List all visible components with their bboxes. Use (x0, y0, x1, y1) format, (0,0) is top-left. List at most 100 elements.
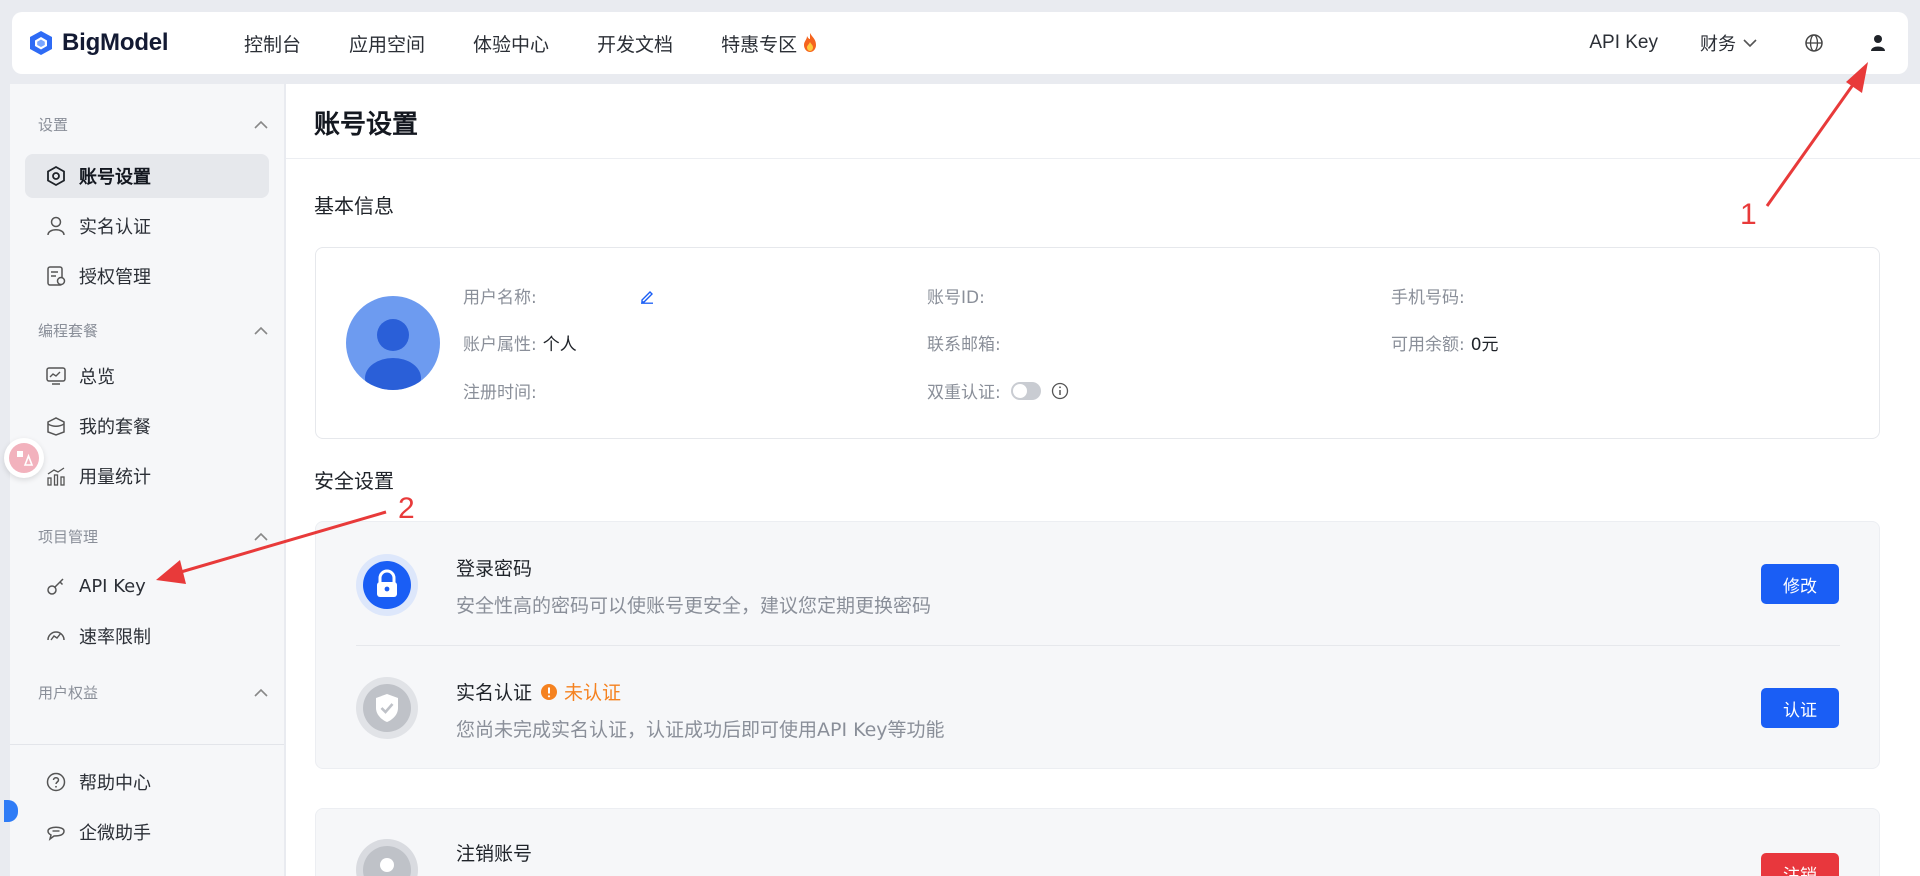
top-navbar: BigModel 控制台 应用空间 体验中心 开发文档 特惠专区 API Key… (12, 12, 1908, 74)
email-label: 联系邮箱: (927, 335, 1001, 355)
main-content: 账号设置 基本信息 用户名称: 账号ID: 手机号码: 账户属性: 个人 联系邮… (286, 84, 1920, 876)
two-factor-toggle[interactable] (1010, 381, 1041, 400)
nav-dev-docs[interactable]: 开发文档 (597, 30, 673, 57)
brand-logo[interactable]: BigModel (28, 29, 169, 57)
sidebar-item-auth-management[interactable]: 授权管理 (25, 254, 269, 298)
sidebar-group-project-management[interactable]: 项目管理 (38, 526, 268, 547)
section-basic-info: 基本信息 (314, 194, 394, 218)
key-icon (47, 578, 64, 595)
edit-icon[interactable] (639, 288, 655, 304)
phone-field: 手机号码: (1391, 283, 1465, 308)
two-factor-label: 双重认证: (927, 383, 1001, 403)
sidebar: 设置 账号设置 实名认证 授权管理 编程套餐 总览 我的套餐 用量统计 项目管理… (4, 84, 284, 876)
account-id-label: 账号ID: (927, 288, 985, 308)
chevron-up-icon (254, 532, 268, 541)
sidebar-item-label: 帮助中心 (79, 773, 151, 794)
sidebar-item-label: 速率限制 (79, 627, 151, 648)
sidebar-item-label: 授权管理 (79, 267, 151, 288)
lock-icon (363, 561, 411, 609)
auth-doc-icon (47, 266, 66, 286)
password-lock-badge (356, 554, 418, 616)
user-silhouette-icon (363, 846, 411, 876)
sidebar-group-coding-plan[interactable]: 编程套餐 (38, 320, 268, 341)
sidebar-group-label: 用户权益 (38, 684, 99, 702)
nav-finance-dropdown[interactable]: 财务 (1700, 30, 1758, 56)
chat-icon (47, 826, 65, 841)
sidebar-item-wecom-assistant[interactable]: 企微助手 (25, 810, 269, 854)
nav-special-offers[interactable]: 特惠专区 (721, 30, 819, 57)
security-divider (356, 645, 1840, 646)
translate-widget[interactable] (4, 438, 44, 478)
settings-icon (47, 165, 65, 187)
balance-value: 0元 (1470, 335, 1499, 355)
sidebar-item-label: 我的套餐 (79, 417, 151, 438)
main-nav: 控制台 应用空间 体验中心 开发文档 特惠专区 (244, 12, 867, 74)
sidebar-item-account-settings[interactable]: 账号设置 (25, 154, 269, 198)
annotation-number-1: 1 (1740, 198, 1757, 231)
two-factor-field: 双重认证: (927, 378, 1069, 403)
annotation-number-2: 2 (398, 492, 415, 525)
warning-icon (541, 683, 558, 700)
phone-label: 手机号码: (1391, 288, 1465, 308)
user-icon[interactable] (1868, 33, 1888, 53)
nav-app-space[interactable]: 应用空间 (349, 30, 425, 57)
sidebar-item-rate-limit[interactable]: 速率限制 (25, 614, 269, 658)
brand-name: BigModel (62, 29, 169, 56)
change-password-button[interactable]: 修改 (1761, 564, 1839, 604)
username-label: 用户名称: (463, 288, 537, 308)
security-card: 登录密码 安全性高的密码可以使账号更安全，建议您定期更换密码 修改 实名认证 未… (315, 521, 1880, 769)
sidebar-item-usage-stats[interactable]: 用量统计 (25, 454, 269, 498)
nav-api-key[interactable]: API Key (1589, 32, 1658, 54)
sidebar-item-overview[interactable]: 总览 (25, 354, 269, 398)
translate-icon (9, 443, 39, 473)
cancel-account-badge (356, 839, 418, 876)
nav-experience-center[interactable]: 体验中心 (473, 30, 549, 57)
shield-check-icon (363, 684, 411, 732)
username-field: 用户名称: (463, 283, 655, 308)
account-type-label: 账户属性: (463, 335, 537, 355)
sidebar-group-settings[interactable]: 设置 (38, 114, 268, 135)
avatar[interactable] (346, 296, 440, 390)
gauge-icon (47, 631, 65, 641)
title-divider (286, 158, 1920, 159)
sidebar-item-help-center[interactable]: 帮助中心 (25, 760, 269, 804)
stats-icon (47, 467, 65, 486)
sidebar-divider (10, 744, 284, 745)
balance-label: 可用余额: (1391, 335, 1465, 355)
chevron-down-icon (1743, 39, 1757, 48)
sidebar-item-label: 用量统计 (79, 467, 151, 488)
chevron-up-icon (254, 326, 268, 335)
nav-console[interactable]: 控制台 (244, 30, 301, 57)
package-icon (47, 417, 65, 436)
realname-shield-badge (356, 677, 418, 739)
info-icon[interactable] (1051, 382, 1069, 400)
verify-button[interactable]: 认证 (1761, 688, 1839, 728)
cancel-account-button[interactable]: 注销 (1761, 853, 1839, 876)
sidebar-item-label: 总览 (79, 367, 115, 388)
chevron-up-icon (254, 688, 268, 697)
unverified-label: 未认证 (564, 682, 622, 704)
sidebar-item-my-package[interactable]: 我的套餐 (25, 404, 269, 448)
cancel-account-card: 注销账号 注销 (315, 808, 1880, 876)
sidebar-group-label: 设置 (38, 116, 69, 134)
realname-title-row: 实名认证 未认证 (456, 678, 621, 705)
sidebar-item-label: API Key (79, 575, 146, 597)
account-type-field: 账户属性: 个人 (463, 330, 577, 355)
monitor-icon (46, 367, 66, 385)
nav-finance-label: 财务 (1700, 34, 1736, 55)
bigmodel-logo-icon (30, 31, 52, 55)
cancel-account-title: 注销账号 (456, 843, 533, 865)
nav-special-offers-label: 特惠专区 (721, 33, 798, 56)
password-title: 登录密码 (456, 558, 533, 580)
sidebar-group-user-benefits[interactable]: 用户权益 (38, 682, 268, 703)
sidebar-item-api-key[interactable]: API Key (25, 564, 269, 608)
sidebar-edge-tab[interactable] (4, 800, 18, 822)
balance-field: 可用余额: 0元 (1391, 330, 1499, 355)
password-desc: 安全性高的密码可以使账号更安全，建议您定期更换密码 (456, 595, 932, 617)
chevron-up-icon (254, 120, 268, 129)
sidebar-item-real-name[interactable]: 实名认证 (25, 204, 269, 248)
section-security: 安全设置 (314, 469, 394, 493)
account-type-value: 个人 (542, 335, 577, 355)
fire-icon (804, 33, 817, 52)
globe-icon[interactable] (1804, 33, 1824, 53)
